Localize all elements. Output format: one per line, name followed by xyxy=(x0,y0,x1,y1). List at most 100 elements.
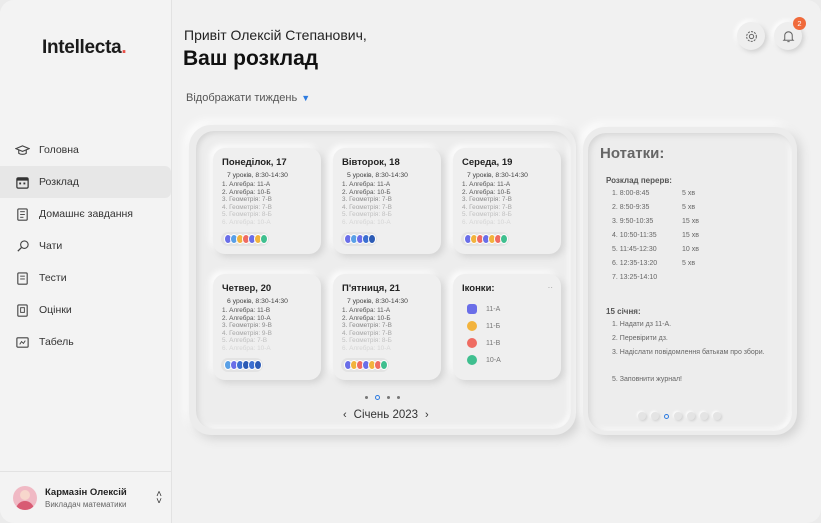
day-title: Понеділок, 17 xyxy=(222,157,287,168)
sidebar-nav: Головна Розклад Домашнє завдання Чати Те… xyxy=(0,134,172,358)
sidebar-item-label: Тести xyxy=(39,272,67,284)
calendar-icon xyxy=(14,174,30,190)
chat-icon xyxy=(14,238,30,254)
lesson-item: 5. Геометрія: 8-Б xyxy=(462,211,512,219)
todo-item: 1. Надати дз 11-А. xyxy=(612,321,672,328)
todo-item: 2. Перевірити дз. xyxy=(612,335,668,342)
lesson-item: 6. Алгебра: 10-А xyxy=(222,218,271,226)
lesson-item: 1. Алгебра: 11-А xyxy=(462,181,511,188)
lesson-item: 6. Алгебра: 10-А xyxy=(342,344,391,352)
sidebar-item-label: Домашнє завдання xyxy=(39,208,133,220)
break-row: 2. 8:50-9:35 5 хв xyxy=(612,204,696,211)
class-11v-icon xyxy=(467,338,477,348)
break-row: 6. 12:35-13:20 5 хв xyxy=(612,260,696,267)
grades-icon xyxy=(14,302,30,318)
chevron-right-icon[interactable]: › xyxy=(425,409,429,421)
class-11a-icon xyxy=(467,304,477,314)
user-profile[interactable]: Кармазін Олексій Викладач математики ˄ ˅ xyxy=(0,471,172,523)
day-summary: 7 уроків, 8:30-14:30 xyxy=(347,298,408,305)
break-row: 4. 10:50-11:35 15 хв xyxy=(612,232,699,239)
lesson-item: 5. Геометрія: 8-Б xyxy=(342,337,392,345)
lesson-item: 3. Геометрія: 7-В xyxy=(342,322,392,330)
lesson-item: 1. Алгебра: 11-А xyxy=(342,307,391,314)
day-title: П'ятниця, 21 xyxy=(342,283,401,294)
notification-badge: 2 xyxy=(793,17,806,30)
legend-item: 10-А xyxy=(462,355,561,365)
class-chips xyxy=(341,232,377,246)
sidebar-item-label: Табель xyxy=(39,336,74,348)
lesson-list: 1. Алгебра: 11-А 2. Алгебра: 10-Б 3. Гео… xyxy=(342,181,441,227)
lesson-item: 3. Геометрія: 7-В xyxy=(342,196,392,204)
day-summary: 7 уроків, 8:30-14:30 xyxy=(227,172,288,179)
more-icon[interactable]: ·· xyxy=(548,283,553,292)
day-card-friday[interactable]: П'ятниця, 21 7 уроків, 8:30-14:30 1. Алг… xyxy=(333,274,441,380)
user-name: Кармазін Олексій xyxy=(45,486,127,498)
sidebar-item-chats[interactable]: Чати xyxy=(0,230,172,262)
lesson-item: 5. Алгебра: 7-В xyxy=(222,337,268,345)
legend-item: 11-Б xyxy=(462,321,561,331)
class-chips xyxy=(341,358,389,372)
lesson-item: 6. Алгебра: 10-А xyxy=(222,344,271,352)
break-row: 7. 13:25-14:10 xyxy=(612,274,658,281)
todo-item: 5. Заповнити журнал! xyxy=(612,376,683,383)
break-row: 3. 9:50-10:35 15 хв xyxy=(612,218,699,225)
sidebar-item-home[interactable]: Головна xyxy=(0,134,172,166)
lesson-item: 3. Геометрія: 9-В xyxy=(222,322,272,330)
day-title: Середа, 19 xyxy=(462,157,513,168)
month-navigator: ‹ Січень 2023 › xyxy=(336,409,436,421)
sidebar-item-schedule[interactable]: Розклад xyxy=(0,166,171,198)
lesson-item: 5. Геометрія: 8-Б xyxy=(342,211,392,219)
lesson-item: 3. Геометрія: 7-В xyxy=(222,196,272,204)
lesson-item: 6. Алгебра: 10-А xyxy=(462,218,511,226)
sidebar: Intellecta. Головна Розклад Домашнє завд… xyxy=(0,0,172,523)
notes-pagination[interactable] xyxy=(638,412,721,420)
notifications-button[interactable]: 2 xyxy=(774,17,806,50)
breaks-title: Розклад перерв: xyxy=(606,176,672,185)
break-row: 1. 8:00-8:45 5 хв xyxy=(612,190,696,197)
app-logo[interactable]: Intellecta. xyxy=(42,37,127,59)
sidebar-item-tests[interactable]: Тести xyxy=(0,262,172,294)
notes-title: Нотатки: xyxy=(600,145,665,162)
month-label: Січень 2023 xyxy=(353,409,419,421)
day-card-tuesday[interactable]: Вівторок, 18 5 уроків, 8:30-14:30 1. Алг… xyxy=(333,148,441,254)
user-role: Викладач математики xyxy=(45,499,127,509)
sidebar-item-label: Чати xyxy=(39,240,63,252)
gear-icon xyxy=(745,30,757,42)
notes-date-title: 15 січня: xyxy=(606,307,641,316)
sidebar-item-report[interactable]: Табель xyxy=(0,326,172,358)
week-toggle[interactable]: Відображати тиждень ▼ xyxy=(186,92,310,104)
lesson-item: 6. Алгебра: 10-А xyxy=(342,218,391,226)
bell-icon xyxy=(782,30,794,42)
sidebar-item-label: Головна xyxy=(39,144,79,156)
day-card-monday[interactable]: Понеділок, 17 7 уроків, 8:30-14:30 1. Ал… xyxy=(213,148,321,254)
class-10a-icon xyxy=(467,355,477,365)
settings-button[interactable] xyxy=(737,22,765,50)
chevron-updown-icon[interactable]: ˄ ˅ xyxy=(156,490,162,507)
test-icon xyxy=(14,270,30,286)
icons-legend-card: Іконки: ·· 11-А 11-Б 11-В 10-А xyxy=(453,274,561,380)
sidebar-item-homework[interactable]: Домашнє завдання xyxy=(0,198,172,230)
chevron-left-icon[interactable]: ‹ xyxy=(343,409,347,421)
day-card-thursday[interactable]: Четвер, 20 6 уроків, 8:30-14:30 1. Алгеб… xyxy=(213,274,321,380)
page-title: Ваш розклад xyxy=(183,47,319,70)
class-chips xyxy=(461,232,509,246)
legend-item: 11-В xyxy=(462,338,561,348)
graduation-cap-icon xyxy=(14,142,30,158)
class-chips xyxy=(221,358,263,372)
sidebar-item-grades[interactable]: Оцінки xyxy=(0,294,172,326)
lesson-item: 1. Алгебра: 11-А xyxy=(342,181,391,188)
report-icon xyxy=(14,334,30,350)
legend-title: Іконки: xyxy=(462,283,495,294)
class-chips xyxy=(221,232,269,246)
break-row: 5. 11:45-12:30 10 хв xyxy=(612,246,699,253)
app-frame: Intellecta. Головна Розклад Домашнє завд… xyxy=(0,0,821,523)
class-11b-icon xyxy=(467,321,477,331)
day-title: Четвер, 20 xyxy=(222,283,272,294)
lesson-item: 1. Алгебра: 11-А xyxy=(222,181,271,188)
schedule-pagination[interactable] xyxy=(365,395,400,400)
day-title: Вівторок, 18 xyxy=(342,157,400,168)
avatar xyxy=(13,485,37,510)
lesson-list: 1. Алгебра: 11-А 2. Алгебра: 10-Б 3. Гео… xyxy=(342,307,441,353)
day-card-wednesday[interactable]: Середа, 19 7 уроків, 8:30-14:30 1. Алгеб… xyxy=(453,148,561,254)
greeting: Привіт Олексій Степанович, xyxy=(184,27,367,43)
